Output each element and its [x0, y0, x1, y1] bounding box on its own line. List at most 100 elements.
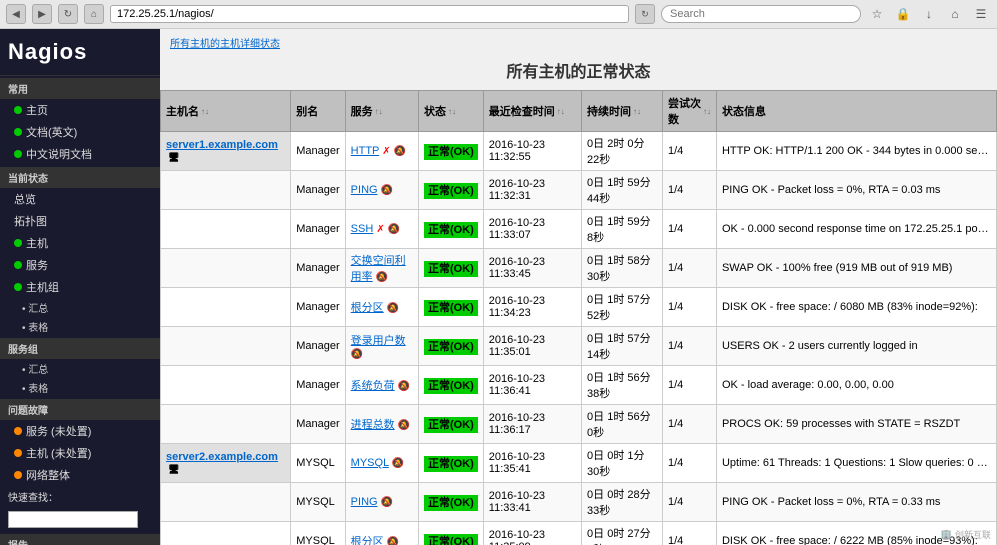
- th-hostname[interactable]: 主机名 ↑↓: [161, 91, 291, 132]
- sidebar-item-network[interactable]: 网络整体: [0, 464, 160, 486]
- sidebar-item-table1[interactable]: • 表格: [0, 317, 160, 336]
- info-cell: PING OK - Packet loss = 0%, RTA = 0.03 m…: [716, 171, 996, 210]
- status-badge: 正常(OK): [424, 300, 478, 316]
- refresh-button[interactable]: ↻: [58, 4, 78, 24]
- service-link[interactable]: PING: [351, 184, 378, 196]
- attempts-cell: 1/4: [662, 405, 716, 444]
- flag-icon[interactable]: 🔕: [351, 349, 363, 360]
- service-link[interactable]: 进程总数: [351, 419, 395, 431]
- home-icon2[interactable]: ⌂: [945, 4, 965, 24]
- status-badge: 正常(OK): [424, 222, 478, 238]
- breadcrumb-link[interactable]: 所有主机的主机详细状态: [170, 39, 280, 50]
- status-cell: 正常(OK): [418, 405, 483, 444]
- flag-icon[interactable]: 🔕: [387, 303, 399, 314]
- status-dot: [14, 261, 22, 269]
- flag-icon[interactable]: 🔕: [381, 497, 393, 508]
- service-cell: 交换空间利用率 🔕: [345, 249, 418, 288]
- th-alias[interactable]: 别名: [291, 91, 345, 132]
- alias-cell: MYSQL: [291, 522, 345, 545]
- back-button[interactable]: ◀: [6, 4, 26, 24]
- table-row: MYSQL根分区 🔕正常(OK)2016-10-23 11:35:090日 0时…: [161, 522, 997, 545]
- service-link[interactable]: PING: [351, 496, 378, 508]
- checktime-cell: 2016-10-23 11:35:01: [483, 327, 581, 366]
- ack-icon[interactable]: ✗: [382, 146, 390, 157]
- sidebar-item-services[interactable]: 服务: [0, 254, 160, 276]
- duration-cell: 0日 1时 59分 44秒: [582, 171, 663, 210]
- service-link[interactable]: 根分区: [351, 302, 384, 314]
- checktime-cell: 2016-10-23 11:32:31: [483, 171, 581, 210]
- th-duration[interactable]: 持续时间 ↑↓: [582, 91, 663, 132]
- attempts-cell: 1/4: [662, 210, 716, 249]
- attempts-cell: 1/4: [662, 522, 716, 545]
- sidebar-item-docs-en[interactable]: 文档(英文): [0, 121, 160, 143]
- info-cell: OK - 0.000 second response time on 172.2…: [716, 210, 996, 249]
- flag-icon[interactable]: 🔕: [376, 272, 388, 283]
- sidebar-item-docs-cn[interactable]: 中文说明文档: [0, 143, 160, 165]
- service-link[interactable]: 根分区: [351, 536, 384, 545]
- flag-icon[interactable]: 🔕: [392, 458, 404, 469]
- url-bar[interactable]: 172.25.25.1/nagios/: [110, 5, 629, 23]
- th-info[interactable]: 状态信息: [716, 91, 996, 132]
- sort-icon: ↑↓: [448, 107, 456, 116]
- sidebar-label-hostgroups: 主机组: [26, 279, 59, 295]
- table-row: Manager交换空间利用率 🔕正常(OK)2016-10-23 11:33:4…: [161, 249, 997, 288]
- lock-icon[interactable]: 🔒: [893, 4, 913, 24]
- status-cell: 正常(OK): [418, 171, 483, 210]
- sidebar-item-hostgroups[interactable]: 主机组: [0, 276, 160, 298]
- flag-icon[interactable]: 🔕: [388, 224, 400, 235]
- flag-icon[interactable]: 🔕: [387, 537, 399, 545]
- sidebar-item-topology[interactable]: 拓扑图: [0, 210, 160, 232]
- service-link[interactable]: 系统负荷: [351, 380, 395, 392]
- ack-icon[interactable]: ✗: [376, 224, 384, 235]
- th-attempts[interactable]: 尝试次数 ↑↓: [662, 91, 716, 132]
- sidebar-label-topology: 拓扑图: [14, 213, 47, 229]
- service-link[interactable]: 登录用户数: [351, 335, 406, 347]
- status-badge: 正常(OK): [424, 378, 478, 394]
- quick-find-input[interactable]: [8, 511, 138, 528]
- alias-cell: MYSQL: [291, 444, 345, 483]
- host-link[interactable]: server1.example.com: [166, 139, 278, 151]
- table-header-row: 主机名 ↑↓ 别名 服务 ↑↓ 状态 ↑↓ 最近检查时间 ↑↓ 持续时间 ↑↓: [161, 91, 997, 132]
- sidebar-item-svc-unhandled[interactable]: 服务 (未处置): [0, 420, 160, 442]
- download-icon[interactable]: ↓: [919, 4, 939, 24]
- alias-cell: Manager: [291, 171, 345, 210]
- sidebar-label-svc-unhandled: 服务 (未处置): [26, 423, 91, 439]
- bookmark-icon[interactable]: ☆: [867, 4, 887, 24]
- status-dot: [14, 106, 22, 114]
- checktime-cell: 2016-10-23 11:35:09: [483, 522, 581, 545]
- host-cell: server1.example.com 🖥: [161, 132, 291, 171]
- home-button[interactable]: ⌂: [84, 4, 104, 24]
- host-link[interactable]: server2.example.com: [166, 451, 278, 463]
- refresh-icon[interactable]: ↻: [635, 4, 655, 24]
- sort-icon: ↑↓: [201, 107, 209, 116]
- sidebar-item-summary1[interactable]: • 汇总: [0, 298, 160, 317]
- search-input[interactable]: [661, 5, 861, 23]
- table-row: Manager系统负荷 🔕正常(OK)2016-10-23 11:36:410日…: [161, 366, 997, 405]
- flag-icon[interactable]: 🔕: [381, 185, 393, 196]
- status-dot: [14, 150, 22, 158]
- flag-icon[interactable]: 🔕: [398, 381, 410, 392]
- table-row: Manager根分区 🔕正常(OK)2016-10-23 11:34:230日 …: [161, 288, 997, 327]
- service-link[interactable]: MYSQL: [351, 457, 389, 469]
- sidebar-item-host-unhandled[interactable]: 主机 (未处置): [0, 442, 160, 464]
- sidebar-item-table2[interactable]: • 表格: [0, 378, 160, 397]
- sidebar-item-overview[interactable]: 总览: [0, 188, 160, 210]
- sidebar-item-hosts[interactable]: 主机: [0, 232, 160, 254]
- table-row: MYSQLPING 🔕正常(OK)2016-10-23 11:33:410日 0…: [161, 483, 997, 522]
- main-content: 所有主机的主机详细状态 所有主机的正常状态 主机名 ↑↓ 别名 服务 ↑↓ 状态…: [160, 29, 997, 545]
- info-cell: PROCS OK: 59 processes with STATE = RSZD…: [716, 405, 996, 444]
- th-status[interactable]: 状态 ↑↓: [418, 91, 483, 132]
- service-link[interactable]: HTTP: [351, 145, 380, 157]
- flag-icon[interactable]: 🔕: [394, 146, 406, 157]
- th-service[interactable]: 服务 ↑↓: [345, 91, 418, 132]
- th-checktime[interactable]: 最近检查时间 ↑↓: [483, 91, 581, 132]
- status-cell: 正常(OK): [418, 366, 483, 405]
- menu-icon[interactable]: ☰: [971, 4, 991, 24]
- flag-icon[interactable]: 🔕: [398, 420, 410, 431]
- sidebar-item-summary2[interactable]: • 汇总: [0, 359, 160, 378]
- forward-button[interactable]: ▶: [32, 4, 52, 24]
- service-link[interactable]: SSH: [351, 223, 374, 235]
- status-cell: 正常(OK): [418, 132, 483, 171]
- sidebar-item-home[interactable]: 主页: [0, 99, 160, 121]
- service-cell: 根分区 🔕: [345, 288, 418, 327]
